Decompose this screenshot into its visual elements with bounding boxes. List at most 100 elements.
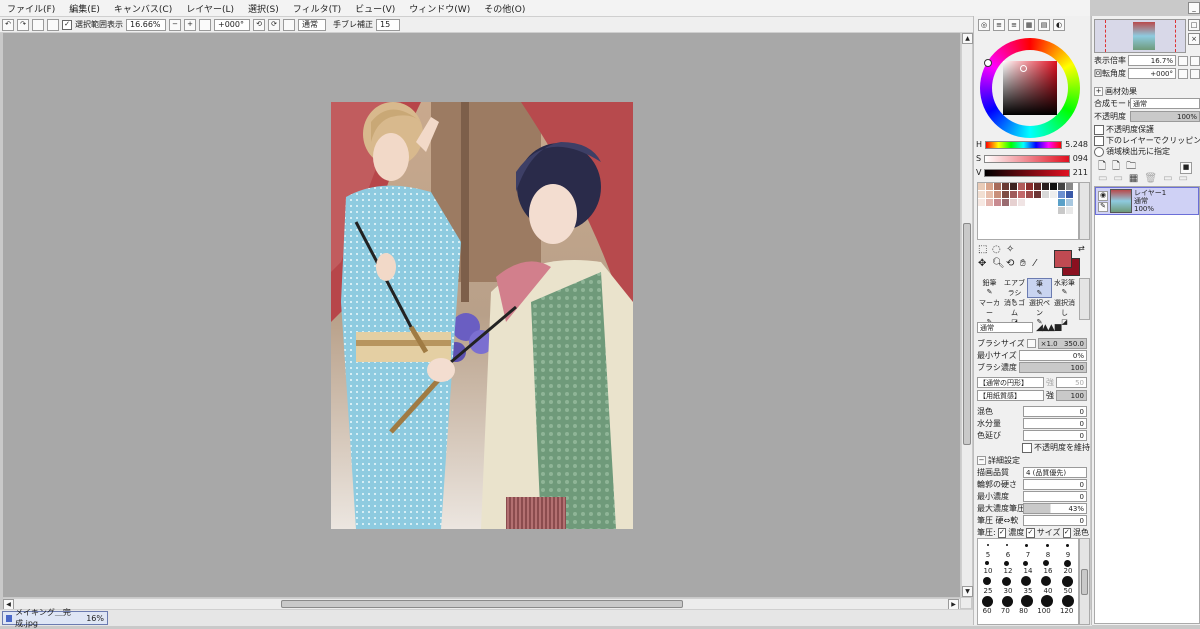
color-swatch[interactable] <box>1010 207 1017 214</box>
display-zoom-in[interactable] <box>1190 55 1200 66</box>
color-swatch[interactable] <box>1026 207 1033 214</box>
brush-dot[interactable] <box>1020 576 1031 586</box>
color-swatch[interactable] <box>1002 199 1009 206</box>
color-swatch[interactable] <box>994 183 1001 190</box>
color-swatch[interactable] <box>1042 207 1049 214</box>
display-zoom-field[interactable]: 16.7% <box>1128 55 1176 66</box>
merge-down-icon[interactable]: ▭ <box>1113 173 1122 184</box>
brush-dot[interactable] <box>1045 543 1049 547</box>
pressure-mix-checkbox[interactable]: ✓ <box>1062 527 1072 538</box>
brush-dot[interactable] <box>983 577 992 585</box>
rgb-slider-mode-button[interactable]: ≡ <box>993 19 1005 31</box>
layer-visibility-icon[interactable]: ◉ <box>1098 190 1108 201</box>
swatch-scrollbar[interactable] <box>1079 182 1090 240</box>
menu-layer[interactable]: レイヤー(L) <box>179 2 241 15</box>
brush-pencil[interactable]: 鉛筆 ✎ <box>977 278 1002 298</box>
mix-slider[interactable]: 0 <box>1023 406 1087 417</box>
stretch-slider[interactable]: 0 <box>1023 430 1087 441</box>
brush-dot[interactable] <box>1066 543 1070 547</box>
color-swatch[interactable] <box>978 207 985 214</box>
color-swatch[interactable] <box>994 207 1001 214</box>
close-button[interactable]: × <box>1188 33 1200 45</box>
brush-dot[interactable] <box>1061 575 1073 587</box>
lasso-icon[interactable]: ◌ <box>992 244 1005 257</box>
brush-size-presets[interactable]: 56789 10 12 14 16 20 25 30 35 40 50 60 7… <box>977 538 1079 625</box>
artwork-canvas[interactable] <box>331 102 633 529</box>
scroll-up-button[interactable]: ▲ <box>962 33 973 44</box>
color-swatch[interactable] <box>1042 191 1049 198</box>
sv-marker[interactable] <box>1020 65 1027 72</box>
brush-watercolor[interactable]: 水彩筆 ✎ <box>1052 278 1077 298</box>
saturation-slider[interactable] <box>984 154 1070 163</box>
undo-button[interactable]: ↶ <box>2 18 14 31</box>
transfer-down-icon[interactable]: ▭ <box>1098 173 1107 184</box>
saturation-value-square[interactable] <box>1003 61 1057 115</box>
color-swatch[interactable] <box>986 207 993 214</box>
brush-shape-strength[interactable]: 50 <box>1056 377 1087 388</box>
brush-dot[interactable] <box>1003 560 1009 566</box>
color-swatch[interactable] <box>1050 191 1057 198</box>
blend-mode-select[interactable]: 通常 <box>1130 98 1200 109</box>
menu-other[interactable]: その他(O) <box>477 2 532 15</box>
zoom-field[interactable]: 16.66% <box>126 18 166 31</box>
advanced-collapse-button[interactable]: − <box>977 456 986 465</box>
zoom-in-button[interactable]: + <box>184 18 196 31</box>
menu-edit[interactable]: 編集(E) <box>62 2 107 15</box>
color-swatch[interactable] <box>1058 183 1065 190</box>
layer-option2-icon[interactable]: ▭ <box>1179 173 1188 184</box>
brush-size-mult-button[interactable] <box>1026 339 1036 348</box>
color-swatch[interactable] <box>1026 191 1033 198</box>
texture-effect-expand[interactable]: + <box>1094 87 1103 96</box>
brush-airbrush[interactable]: エアブラシ ✎ <box>1002 278 1027 306</box>
menu-view[interactable]: ビュー(V) <box>348 2 402 15</box>
color-swatch[interactable] <box>1034 207 1041 214</box>
color-swatch[interactable] <box>1034 183 1041 190</box>
color-swatch[interactable] <box>978 199 985 206</box>
selection-display-checkbox[interactable]: ✓ <box>62 19 72 30</box>
hue-slider[interactable] <box>985 140 1063 149</box>
layer-list[interactable]: ◉ ✎ レイヤー1 通常 100% <box>1094 186 1200 624</box>
brush-dot[interactable] <box>1063 559 1071 567</box>
protect-opacity-checkbox[interactable] <box>1094 124 1104 135</box>
color-wheel-mode-button[interactable]: ◎ <box>978 19 990 31</box>
zoom-icon[interactable]: 🔍︎ <box>992 258 1005 271</box>
color-swatch[interactable] <box>1058 207 1065 214</box>
brush-texture-select[interactable]: 【用紙質感】 <box>977 390 1044 401</box>
hue-marker[interactable] <box>984 59 992 67</box>
min-size-slider[interactable]: 0% <box>1018 350 1087 361</box>
color-swatch[interactable] <box>1050 183 1057 190</box>
layer-opacity-slider[interactable]: 100% <box>1130 111 1200 122</box>
hand-icon[interactable]: ✋︎ <box>1020 258 1033 271</box>
menu-canvas[interactable]: キャンバス(C) <box>107 2 179 15</box>
rotation-angle-field[interactable]: +000° <box>1128 68 1176 79</box>
color-swatch[interactable] <box>1010 199 1017 206</box>
color-swatch[interactable] <box>994 191 1001 198</box>
scratch-pad-mode-button[interactable]: ▤ <box>1038 19 1050 31</box>
swatch-mode-button[interactable]: ▦ <box>1023 19 1035 31</box>
pressure-density-checkbox[interactable]: ✓ <box>997 527 1007 538</box>
color-swatch[interactable] <box>978 191 985 198</box>
color-swatch[interactable] <box>1058 199 1065 206</box>
zoom-out-button[interactable]: − <box>169 18 181 31</box>
color-swatch[interactable] <box>1066 191 1073 198</box>
color-swatch[interactable] <box>1042 183 1049 190</box>
delete-layer-icon[interactable]: 🗑︎ <box>1144 173 1157 184</box>
eyedropper-icon[interactable]: ⁄ <box>1034 258 1047 271</box>
color-swatch[interactable] <box>1002 207 1009 214</box>
swap-colors-icon[interactable]: ⇄ <box>1078 244 1085 253</box>
detect-source-radio[interactable] <box>1094 146 1104 157</box>
document-tab[interactable]: メイキング＿完成.jpg 16% <box>2 608 108 628</box>
scroll-down-button[interactable]: ▼ <box>962 586 973 597</box>
move-icon[interactable]: ✥ <box>978 258 991 271</box>
color-swatch[interactable] <box>1026 183 1033 190</box>
redo-button[interactable]: ↷ <box>17 18 29 31</box>
color-mixer-mode-button[interactable]: ◐ <box>1053 19 1065 31</box>
brush-select-eraser[interactable]: 選択消し ◪ <box>1052 298 1077 326</box>
color-swatch[interactable] <box>1042 199 1049 206</box>
menu-filter[interactable]: フィルタ(T) <box>286 2 348 15</box>
menu-file[interactable]: ファイル(F) <box>0 2 62 15</box>
layer-item[interactable]: ◉ ✎ レイヤー1 通常 100% <box>1095 187 1199 215</box>
brush-dot[interactable] <box>1023 560 1029 566</box>
color-swatch[interactable] <box>1018 207 1025 214</box>
rotate-left-button[interactable]: ⟲ <box>253 18 265 31</box>
